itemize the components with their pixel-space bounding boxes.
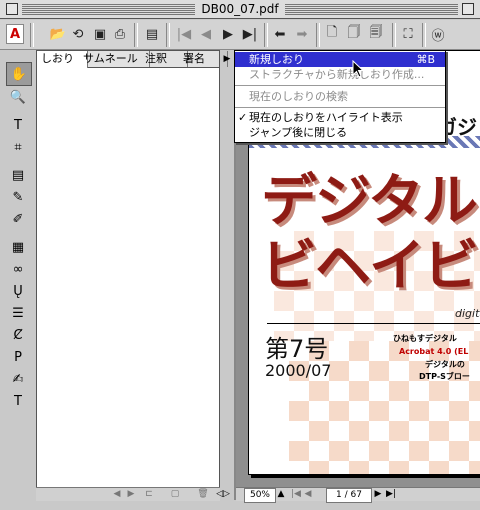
text-select-icon[interactable]: T [6,114,30,136]
expand-icon[interactable]: ⊏ [142,488,156,501]
zoom-tool-icon[interactable]: 🔍 [6,86,30,108]
pencil-icon[interactable]: ✎ [6,186,30,208]
hand-tool-icon[interactable]: ✋ [6,62,32,86]
menu-item-new-from-structure[interactable]: ストラクチャから新規しおり作成... [235,67,445,82]
scroll-right-icon[interactable]: ▶ [124,488,138,501]
navpane-tabs: しおり サムネール 注釈 署名 [37,51,228,68]
mouse-pointer-icon [352,60,364,78]
highlighter-icon[interactable]: ✐ [6,208,30,230]
toolbar: A 📂 ⟲ ▣ ⎙ ▤ |◀ ◀ ▶ ▶| ⬅ ➡ 🗋 🗍 🗐 ⛶ ⓦ [0,20,480,50]
article-icon[interactable]: Ų [6,280,30,302]
touchup-text-icon[interactable]: Ȼ [6,324,30,346]
zoom-box-icon[interactable] [462,3,474,15]
show-navpane-icon[interactable]: ▤ [142,24,162,44]
save-icon[interactable]: ▣ [90,24,110,44]
menu-separator [235,107,445,108]
window-title-container: DB00_07.pdf [0,2,480,16]
pen-icon[interactable]: ✍ [6,368,30,390]
note-icon[interactable]: ▤ [6,164,30,186]
issue-number: 第7号 [265,335,329,363]
go-forward-icon[interactable]: ➡ [292,24,312,44]
menu-item-shortcut: ⌘B [416,53,435,66]
menu-item-highlight-current-bookmark[interactable]: ✓ 現在のしおりをハイライト表示 [235,110,445,125]
right-text-3: デジタルの [425,360,465,369]
window-title: DB00_07.pdf [195,2,285,16]
zoom-menu-icon[interactable]: ▲ [276,488,286,501]
movie-icon[interactable]: ▦ [6,236,30,258]
acrobat-logo: A [6,24,24,44]
headline-line2: ビヘイビ [261,233,479,299]
actual-size-icon[interactable]: 🗋 [322,24,342,44]
issue-date: 2000/07 [265,361,332,380]
print-icon[interactable]: ⎙ [110,24,130,44]
menu-separator [235,85,445,86]
document-status-bar: 50% ▲ |◀ ◀ 1 / 67 ▶ ▶| [236,487,480,503]
right-text-4: DTP-Sブロー [419,372,470,381]
menu-item-close-after-jump[interactable]: ジャンプ後に閉じる [235,125,445,140]
trash-icon[interactable]: 🗑 [196,488,210,501]
scroll-left-icon[interactable]: ◀ [110,488,124,501]
form-icon[interactable]: ☰ [6,302,30,324]
title-bar[interactable]: DB00_07.pdf [0,0,480,19]
toolbar-separator [264,23,268,47]
resize-arrows-icon[interactable]: ◁▷ [216,488,230,501]
touchup-object-icon[interactable]: P [6,346,30,368]
menu-item-label: ジャンプ後に閉じる [249,126,348,139]
close-box-icon[interactable] [6,3,18,15]
navpane-bottom-bar: ◀ ▶ ⊏ ▢ 🗑 ◁▷ [36,487,230,501]
prev-page-icon[interactable]: ◀ [196,24,216,44]
toolbar-separator [422,23,426,47]
text-tool-icon[interactable]: T [6,390,30,412]
toolbar-separator [30,23,34,47]
new-bookmark-icon[interactable]: ▢ [168,488,182,501]
toolbar-separator [134,23,138,47]
next-page-button-icon[interactable]: ▶ [372,488,384,501]
right-text-1: ひねもすデジタル [393,334,457,343]
fit-page-icon[interactable]: 🗍 [344,24,364,44]
tab-thumbnails[interactable]: サムネール [79,51,150,67]
find-icon[interactable]: ⛶ [398,24,418,44]
open-icon[interactable]: 📂 [48,24,68,44]
toolbar-separator [316,23,320,47]
first-page-button-icon[interactable]: |◀ [290,488,302,501]
menu-item-new-bookmark[interactable]: 新規しおり ⌘B [235,52,445,67]
link-icon[interactable]: ∞ [6,258,30,280]
prev-page-button-icon[interactable]: ◀ [302,488,314,501]
menu-item-find-current-bookmark[interactable]: 現在のしおりの検索 [235,89,445,104]
toolbar-separator [166,23,170,47]
checkmark-icon: ✓ [238,111,248,124]
page-number-field[interactable]: 1 / 67 [326,488,372,503]
acquire-icon[interactable]: ⟲ [68,24,88,44]
menu-item-label: ストラクチャから新規しおり作成... [249,68,425,81]
tool-palette: ✋ 🔍 T ⌗ ▤ ✎ ✐ ▦ ∞ Ų ☰ Ȼ P ✍ T [6,58,32,498]
navpane-menu-arrow-icon[interactable]: ▶ [220,52,234,66]
zoom-field[interactable]: 50% [244,488,276,503]
web-capture-icon[interactable]: ⓦ [428,24,448,44]
last-page-button-icon[interactable]: ▶| [384,488,398,501]
menu-item-label: 新規しおり [249,53,304,66]
navigation-pane[interactable]: しおり サムネール 注釈 署名 [36,50,228,500]
fit-width-icon[interactable]: 🗐 [366,24,386,44]
right-text-2: Acrobat 4.0 (EL [399,347,469,356]
toolbar-separator [392,23,396,47]
last-page-icon[interactable]: ▶| [240,24,260,44]
bookmarks-menu: 新規しおり ⌘B ストラクチャから新規しおり作成... 現在のしおりの検索 ✓ … [234,50,446,143]
horizontal-rule [267,323,480,324]
menu-item-label: 現在のしおりをハイライト表示 [249,111,403,124]
menu-item-label: 現在のしおりの検索 [249,90,348,103]
next-page-icon[interactable]: ▶ [218,24,238,44]
first-page-icon[interactable]: |◀ [174,24,194,44]
subtitle: digital b [455,307,480,320]
crop-icon[interactable]: ⌗ [6,136,30,158]
go-back-icon[interactable]: ⬅ [270,24,290,44]
